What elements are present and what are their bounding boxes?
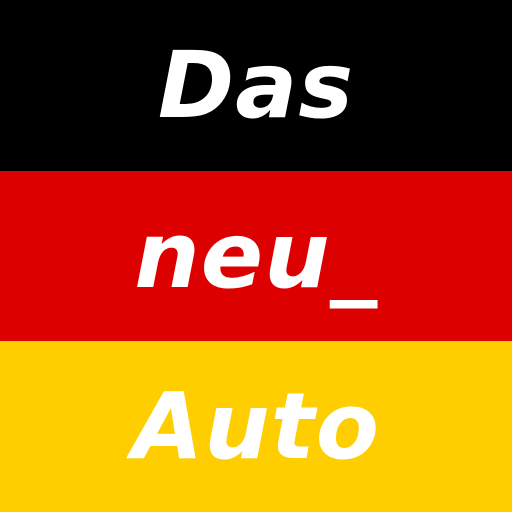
flag-graphic: Das neu_ Auto xyxy=(0,0,512,512)
flag-band-red: neu_ xyxy=(0,171,512,341)
text-line-3: Auto xyxy=(132,372,380,480)
text-line-2: neu_ xyxy=(134,202,378,309)
flag-band-black: Das xyxy=(0,0,512,171)
flag-band-gold: Auto xyxy=(0,341,512,512)
text-line-1: Das xyxy=(157,31,355,139)
